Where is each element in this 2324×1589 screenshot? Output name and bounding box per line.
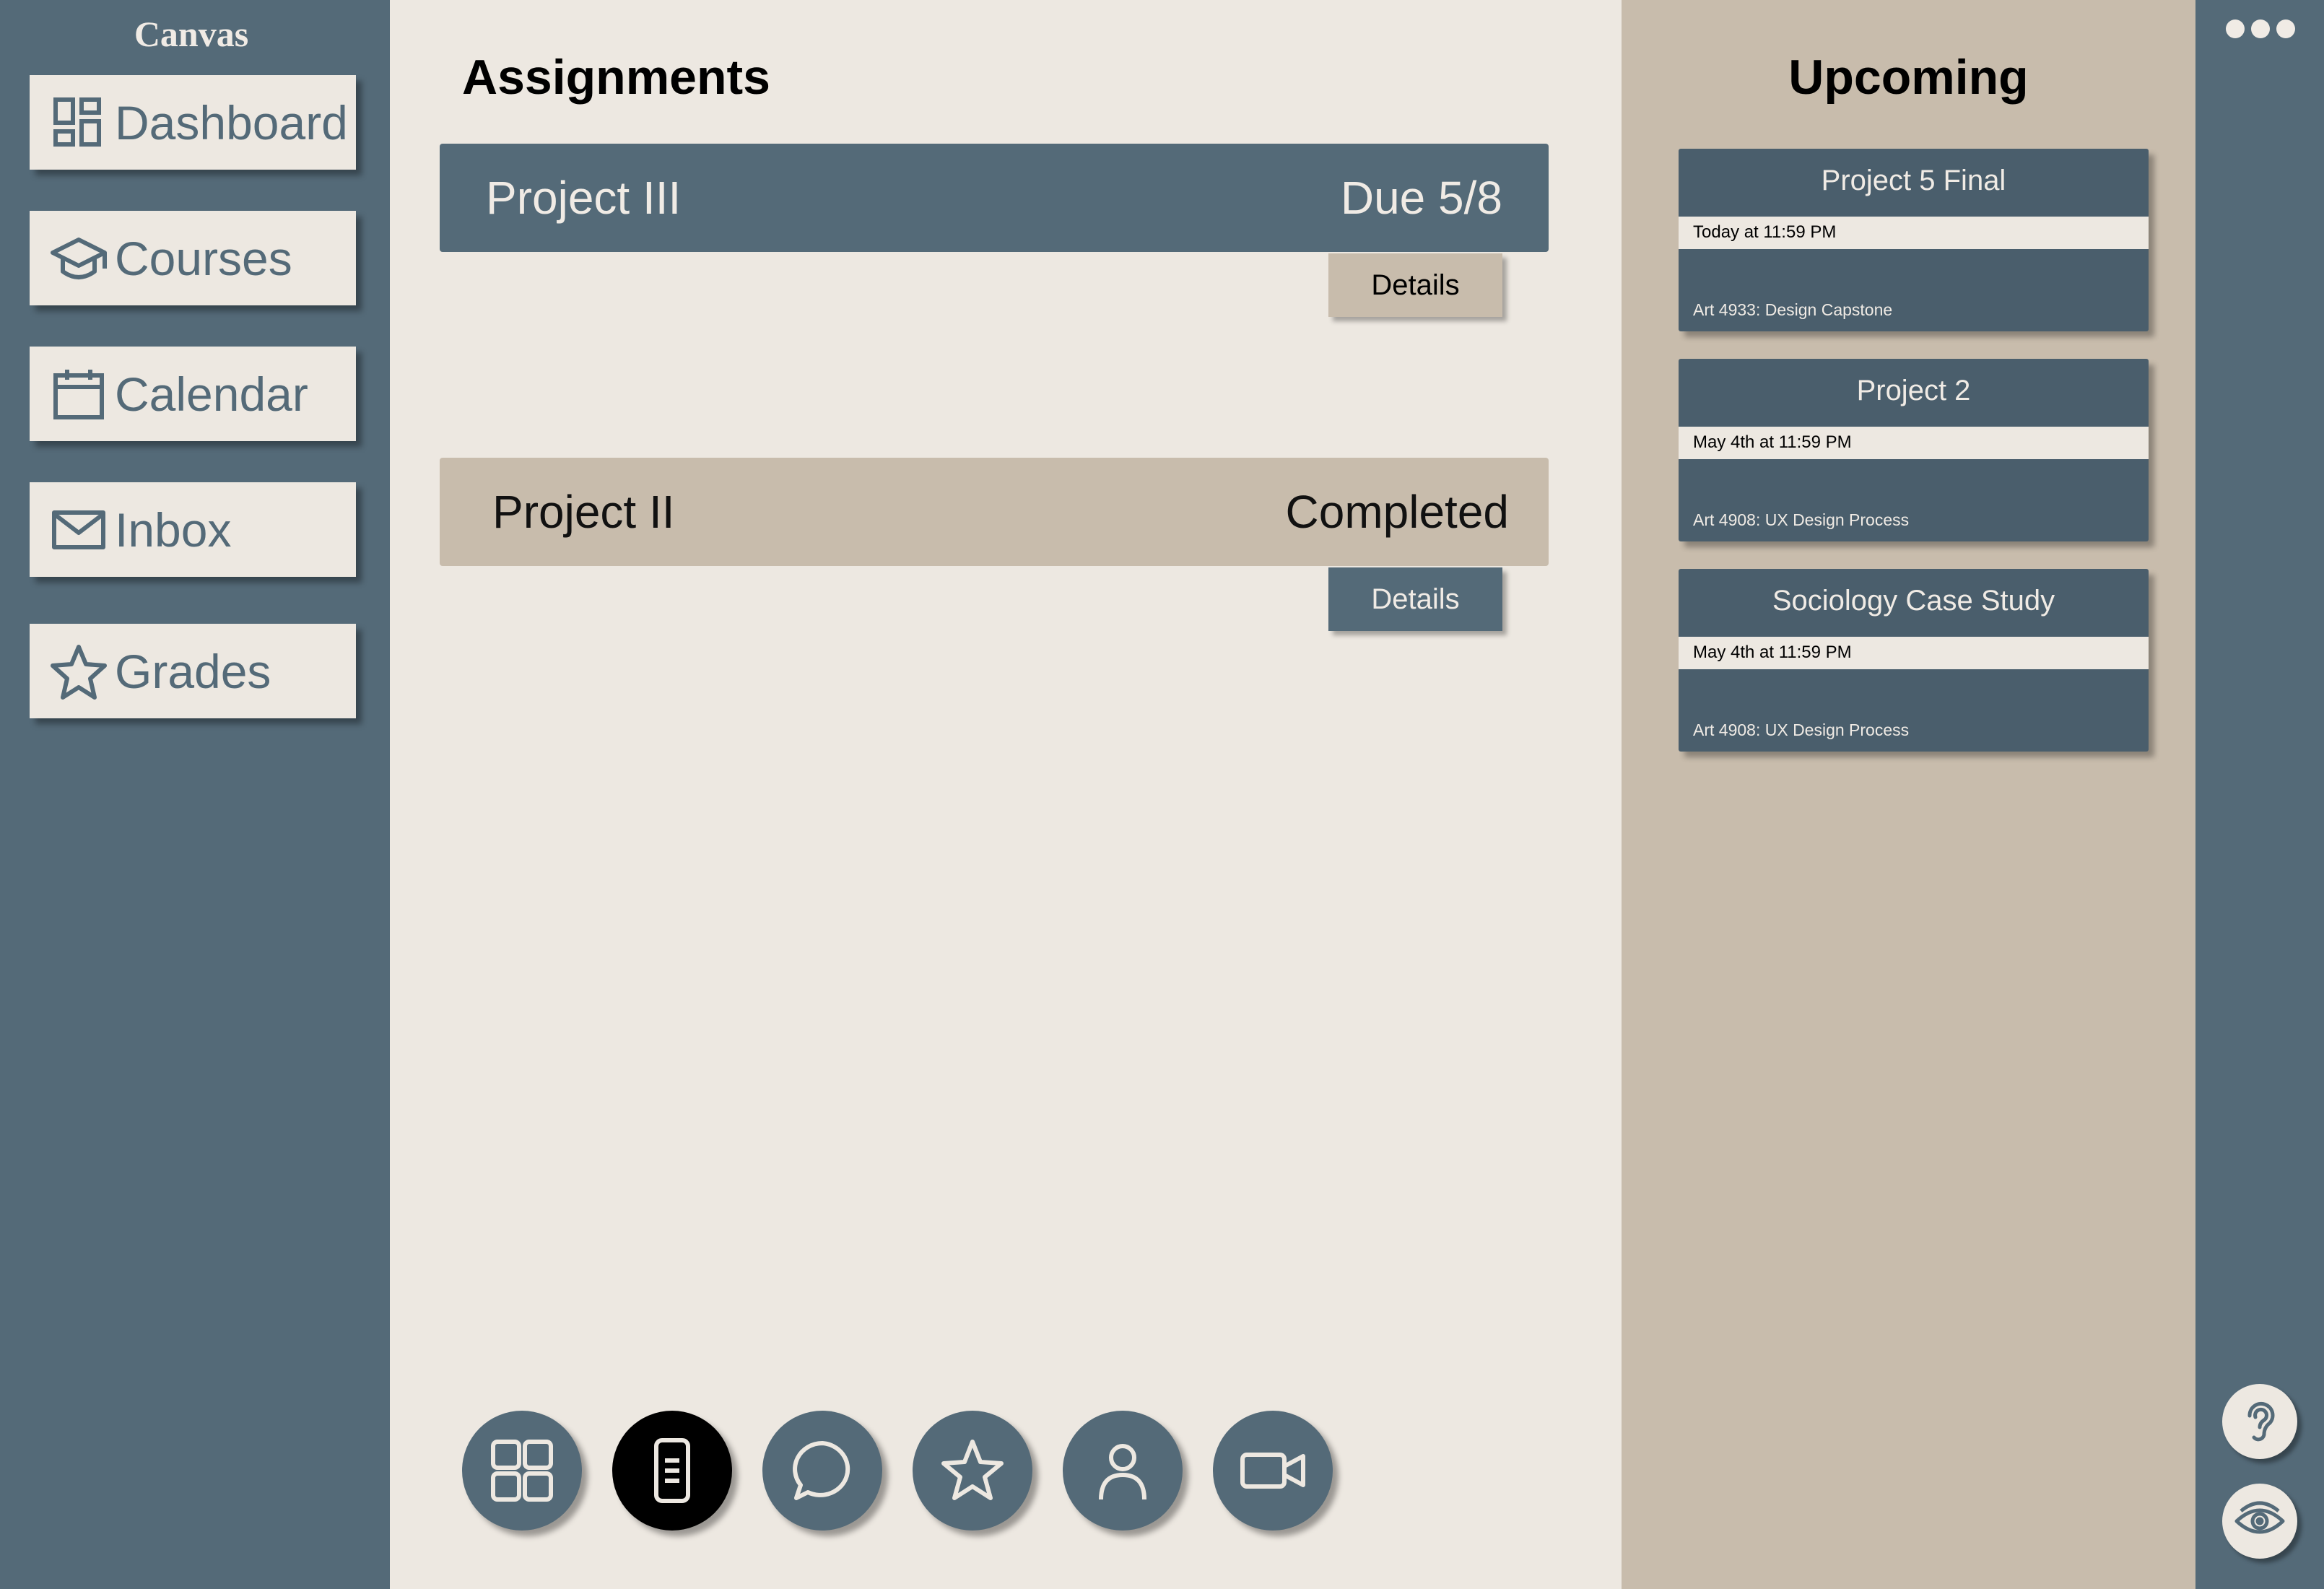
upcoming-card[interactable]: Project 2 May 4th at 11:59 PM Art 4908: … [1679,359,2149,541]
more-dots-icon[interactable] [2226,14,2298,43]
person-icon [1099,1444,1146,1500]
course-name: Art 4933: Design Capstone [1693,300,1893,319]
sidebar-item-label: Inbox [115,502,232,557]
graduation-cap-icon [50,230,108,287]
sidebar-item-label: Grades [115,644,271,698]
sidebar-item-courses[interactable]: Courses [30,211,356,305]
calendar-icon [50,365,108,423]
upcoming-card[interactable]: Sociology Case Study May 4th at 11:59 PM… [1679,569,2149,752]
dot [2251,19,2270,38]
card-title: Project 5 Final [1821,165,2006,196]
star-icon [941,1440,1004,1500]
assignment-name: Project II [492,486,675,538]
assignment-row[interactable]: Project III Due 5/8 [440,144,1549,252]
brand-logo: Canvas [134,14,249,54]
document-icon [654,1438,690,1503]
grid-icon [491,1440,553,1502]
chat-button[interactable] [762,1411,882,1531]
due-date: Today at 11:59 PM [1693,222,1837,242]
star-icon [50,643,108,700]
course-name: Art 4908: UX Design Process [1693,721,1910,739]
assignment-row[interactable]: Project II Completed [440,458,1549,566]
assignment-status: Due 5/8 [1340,172,1502,224]
right-rail [2195,0,2324,1589]
due-date: May 4th at 11:59 PM [1693,643,1852,662]
page-title: Assignments [462,50,770,105]
due-strip: Today at 11:59 PM [1679,217,2149,249]
upcoming-card[interactable]: Project 5 Final Today at 11:59 PM Art 49… [1679,149,2149,331]
due-strip: May 4th at 11:59 PM [1679,637,2149,669]
dashboard-icon [50,94,108,152]
details-button[interactable]: Details [1328,567,1502,631]
assignment-name: Project III [486,172,682,224]
vision-accessibility-button[interactable] [2222,1484,2297,1559]
video-button[interactable] [1213,1411,1333,1531]
hearing-accessibility-button[interactable] [2222,1384,2297,1459]
sidebar-item-calendar[interactable]: Calendar [30,347,356,441]
chat-icon [793,1441,850,1500]
details-button[interactable]: Details [1328,253,1502,317]
card-title: Sociology Case Study [1772,585,2055,617]
upcoming-title: Upcoming [1788,50,2029,105]
sidebar-item-label: Dashboard [115,95,348,149]
due-strip: May 4th at 11:59 PM [1679,427,2149,459]
due-date: May 4th at 11:59 PM [1693,432,1852,452]
sidebar-item-inbox[interactable]: Inbox [30,482,356,577]
vision-icon [2234,1501,2285,1534]
dot [2226,19,2245,38]
profile-button[interactable] [1063,1411,1183,1531]
sidebar-item-dashboard[interactable]: Dashboard [30,75,356,170]
card-title: Project 2 [1856,375,1971,406]
sidebar-item-label: Courses [115,231,292,285]
dot [2276,19,2295,38]
video-icon [1240,1453,1305,1489]
grid-view-button[interactable] [462,1411,582,1531]
sidebar-item-label: Calendar [115,367,308,421]
sidebar-item-grades[interactable]: Grades [30,624,356,718]
favorites-button[interactable] [913,1411,1032,1531]
mail-icon [50,501,108,559]
course-name: Art 4908: UX Design Process [1693,510,1910,529]
assignment-status: Completed [1285,486,1510,538]
hearing-icon [2247,1401,2275,1442]
assignments-view-button[interactable] [612,1411,732,1531]
